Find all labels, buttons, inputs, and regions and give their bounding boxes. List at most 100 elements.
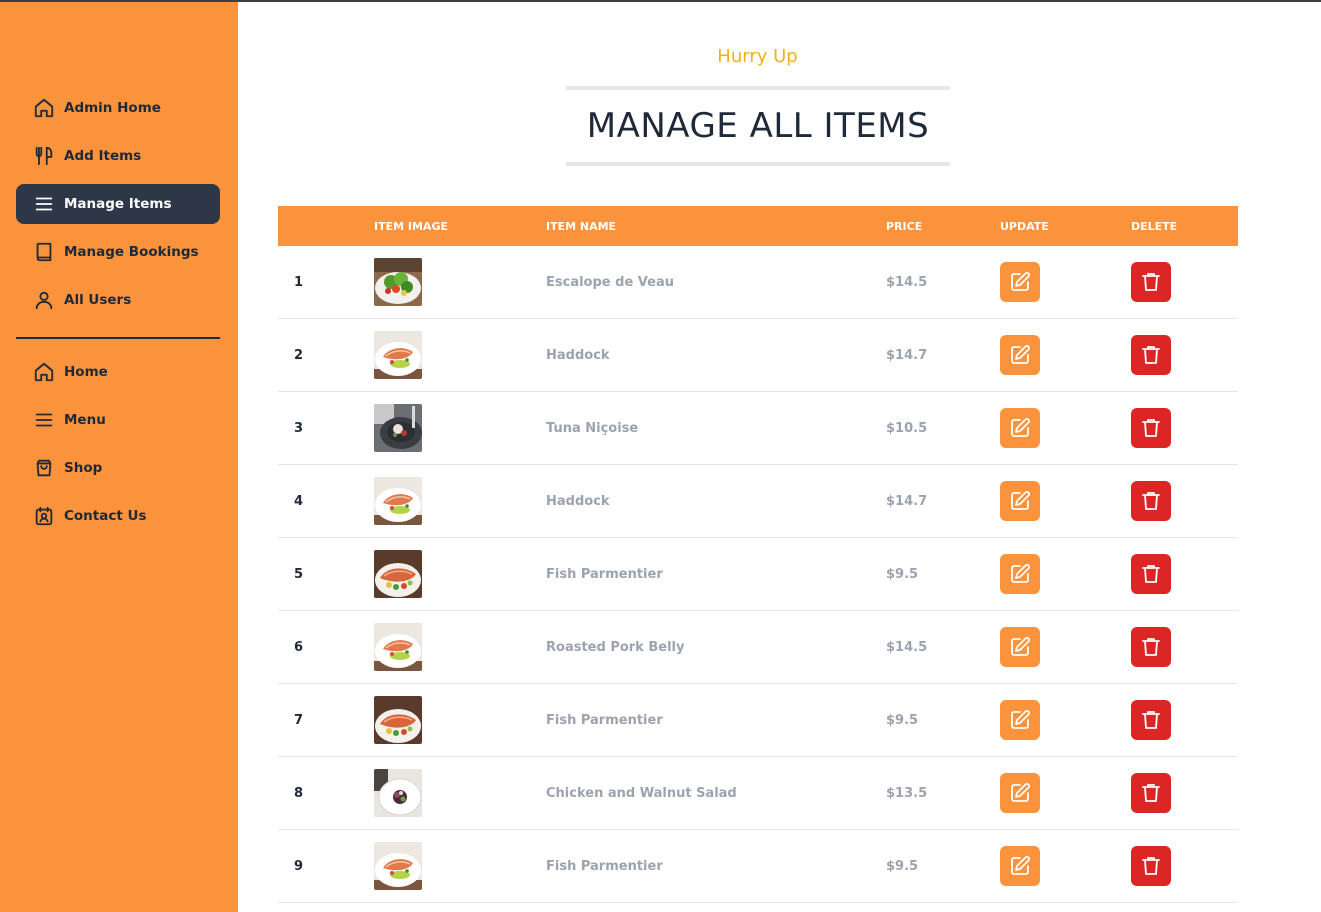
item-image-cell xyxy=(374,550,546,598)
edit-icon xyxy=(1008,781,1032,805)
column-header-delete: DELETE xyxy=(1131,219,1178,233)
column-header-image: ITEM IMAGE xyxy=(374,219,448,233)
sidebar-item-all-users[interactable]: All Users xyxy=(16,280,220,320)
item-image-cell xyxy=(374,623,546,671)
trash-icon xyxy=(1139,343,1163,367)
update-button[interactable] xyxy=(1000,627,1040,667)
update-button[interactable] xyxy=(1000,408,1040,448)
sidebar-item-shop[interactable]: Shop xyxy=(16,448,220,488)
section-title-box: MANAGE ALL ITEMS xyxy=(566,86,950,166)
update-button[interactable] xyxy=(1000,554,1040,594)
table-row: 8 Chicken and Walnut Salad $13.5 xyxy=(278,757,1238,830)
delete-button[interactable] xyxy=(1131,627,1171,667)
update-cell xyxy=(1000,262,1131,302)
section-subheading: Hurry Up xyxy=(717,46,798,67)
sidebar-item-admin-home[interactable]: Admin Home xyxy=(16,88,220,128)
update-cell xyxy=(1000,408,1131,448)
delete-button[interactable] xyxy=(1131,554,1171,594)
update-cell xyxy=(1000,773,1131,813)
delete-cell xyxy=(1131,408,1238,448)
item-image-cell xyxy=(374,404,546,452)
edit-icon xyxy=(1008,635,1032,659)
item-image-cell xyxy=(374,769,546,817)
sidebar-item-label: Home xyxy=(64,364,108,380)
delete-button[interactable] xyxy=(1131,262,1171,302)
item-price: $14.7 xyxy=(886,493,928,509)
item-name: Fish Parmentier xyxy=(546,712,663,728)
delete-button[interactable] xyxy=(1131,335,1171,375)
table-row: 5 Fish Parmentier $9.5 xyxy=(278,538,1238,611)
book-icon xyxy=(32,240,56,264)
table-row: 9 Fish Parmentier $9.5 xyxy=(278,830,1238,903)
item-price: $10.5 xyxy=(886,420,928,436)
delete-cell xyxy=(1131,773,1238,813)
sidebar: Admin Home Add Items Manage Items Manage… xyxy=(0,2,238,912)
edit-icon xyxy=(1008,489,1032,513)
sidebar-divider xyxy=(16,337,220,339)
item-image-cell xyxy=(374,477,546,525)
sidebar-item-contact-us[interactable]: Contact Us xyxy=(16,496,220,536)
item-image-cell xyxy=(374,258,546,306)
items-table: ITEM IMAGE ITEM NAME PRICE UPDATE DELETE… xyxy=(278,206,1238,903)
delete-button[interactable] xyxy=(1131,700,1171,740)
trash-icon xyxy=(1139,562,1163,586)
update-cell xyxy=(1000,481,1131,521)
item-name: Chicken and Walnut Salad xyxy=(546,785,737,801)
trash-icon xyxy=(1139,270,1163,294)
sidebar-item-label: Menu xyxy=(64,412,106,428)
trash-icon xyxy=(1139,489,1163,513)
delete-button[interactable] xyxy=(1131,846,1171,886)
edit-icon xyxy=(1008,854,1032,878)
table-body: 1 Escalope de Veau $14.5 2 Haddock $14.7 3 Tuna… xyxy=(278,246,1238,903)
row-index: 9 xyxy=(294,858,304,874)
sidebar-item-manage-items[interactable]: Manage Items xyxy=(16,184,220,224)
main-content: Hurry Up MANAGE ALL ITEMS ITEM IMAGE ITE… xyxy=(238,2,1321,912)
sidebar-item-label: Shop xyxy=(64,460,103,476)
update-cell xyxy=(1000,627,1131,667)
update-button[interactable] xyxy=(1000,700,1040,740)
update-button[interactable] xyxy=(1000,335,1040,375)
delete-cell xyxy=(1131,481,1238,521)
contact-icon xyxy=(32,504,56,528)
trash-icon xyxy=(1139,781,1163,805)
item-image xyxy=(374,258,422,306)
delete-button[interactable] xyxy=(1131,408,1171,448)
trash-icon xyxy=(1139,416,1163,440)
row-index: 8 xyxy=(294,785,304,801)
item-image xyxy=(374,696,422,744)
page-title: MANAGE ALL ITEMS xyxy=(586,106,930,146)
item-price: $9.5 xyxy=(886,712,919,728)
item-price: $14.5 xyxy=(886,274,928,290)
admin-nav: Admin Home Add Items Manage Items Manage… xyxy=(16,88,220,328)
update-button[interactable] xyxy=(1000,846,1040,886)
update-cell xyxy=(1000,554,1131,594)
column-header-price: PRICE xyxy=(886,219,923,233)
delete-button[interactable] xyxy=(1131,481,1171,521)
row-index: 2 xyxy=(294,347,304,363)
sidebar-item-manage-bookings[interactable]: Manage Bookings xyxy=(16,232,220,272)
sidebar-item-add-items[interactable]: Add Items xyxy=(16,136,220,176)
row-index: 7 xyxy=(294,712,304,728)
site-nav: Home Menu Shop Contact Us xyxy=(16,352,220,544)
home-icon xyxy=(32,360,56,384)
item-name: Roasted Pork Belly xyxy=(546,639,685,655)
update-button[interactable] xyxy=(1000,773,1040,813)
update-cell xyxy=(1000,700,1131,740)
delete-button[interactable] xyxy=(1131,773,1171,813)
item-image xyxy=(374,550,422,598)
item-name: Escalope de Veau xyxy=(546,274,674,290)
row-index: 3 xyxy=(294,420,304,436)
sidebar-item-menu[interactable]: Menu xyxy=(16,400,220,440)
sidebar-item-home[interactable]: Home xyxy=(16,352,220,392)
table-row: 1 Escalope de Veau $14.5 xyxy=(278,246,1238,319)
row-index: 1 xyxy=(294,274,304,290)
sidebar-item-label: Manage Items xyxy=(64,196,172,212)
table-header: ITEM IMAGE ITEM NAME PRICE UPDATE DELETE xyxy=(278,206,1238,246)
row-index: 4 xyxy=(294,493,304,509)
delete-cell xyxy=(1131,335,1238,375)
update-cell xyxy=(1000,846,1131,886)
item-image-cell xyxy=(374,331,546,379)
edit-icon xyxy=(1008,562,1032,586)
update-button[interactable] xyxy=(1000,262,1040,302)
update-button[interactable] xyxy=(1000,481,1040,521)
